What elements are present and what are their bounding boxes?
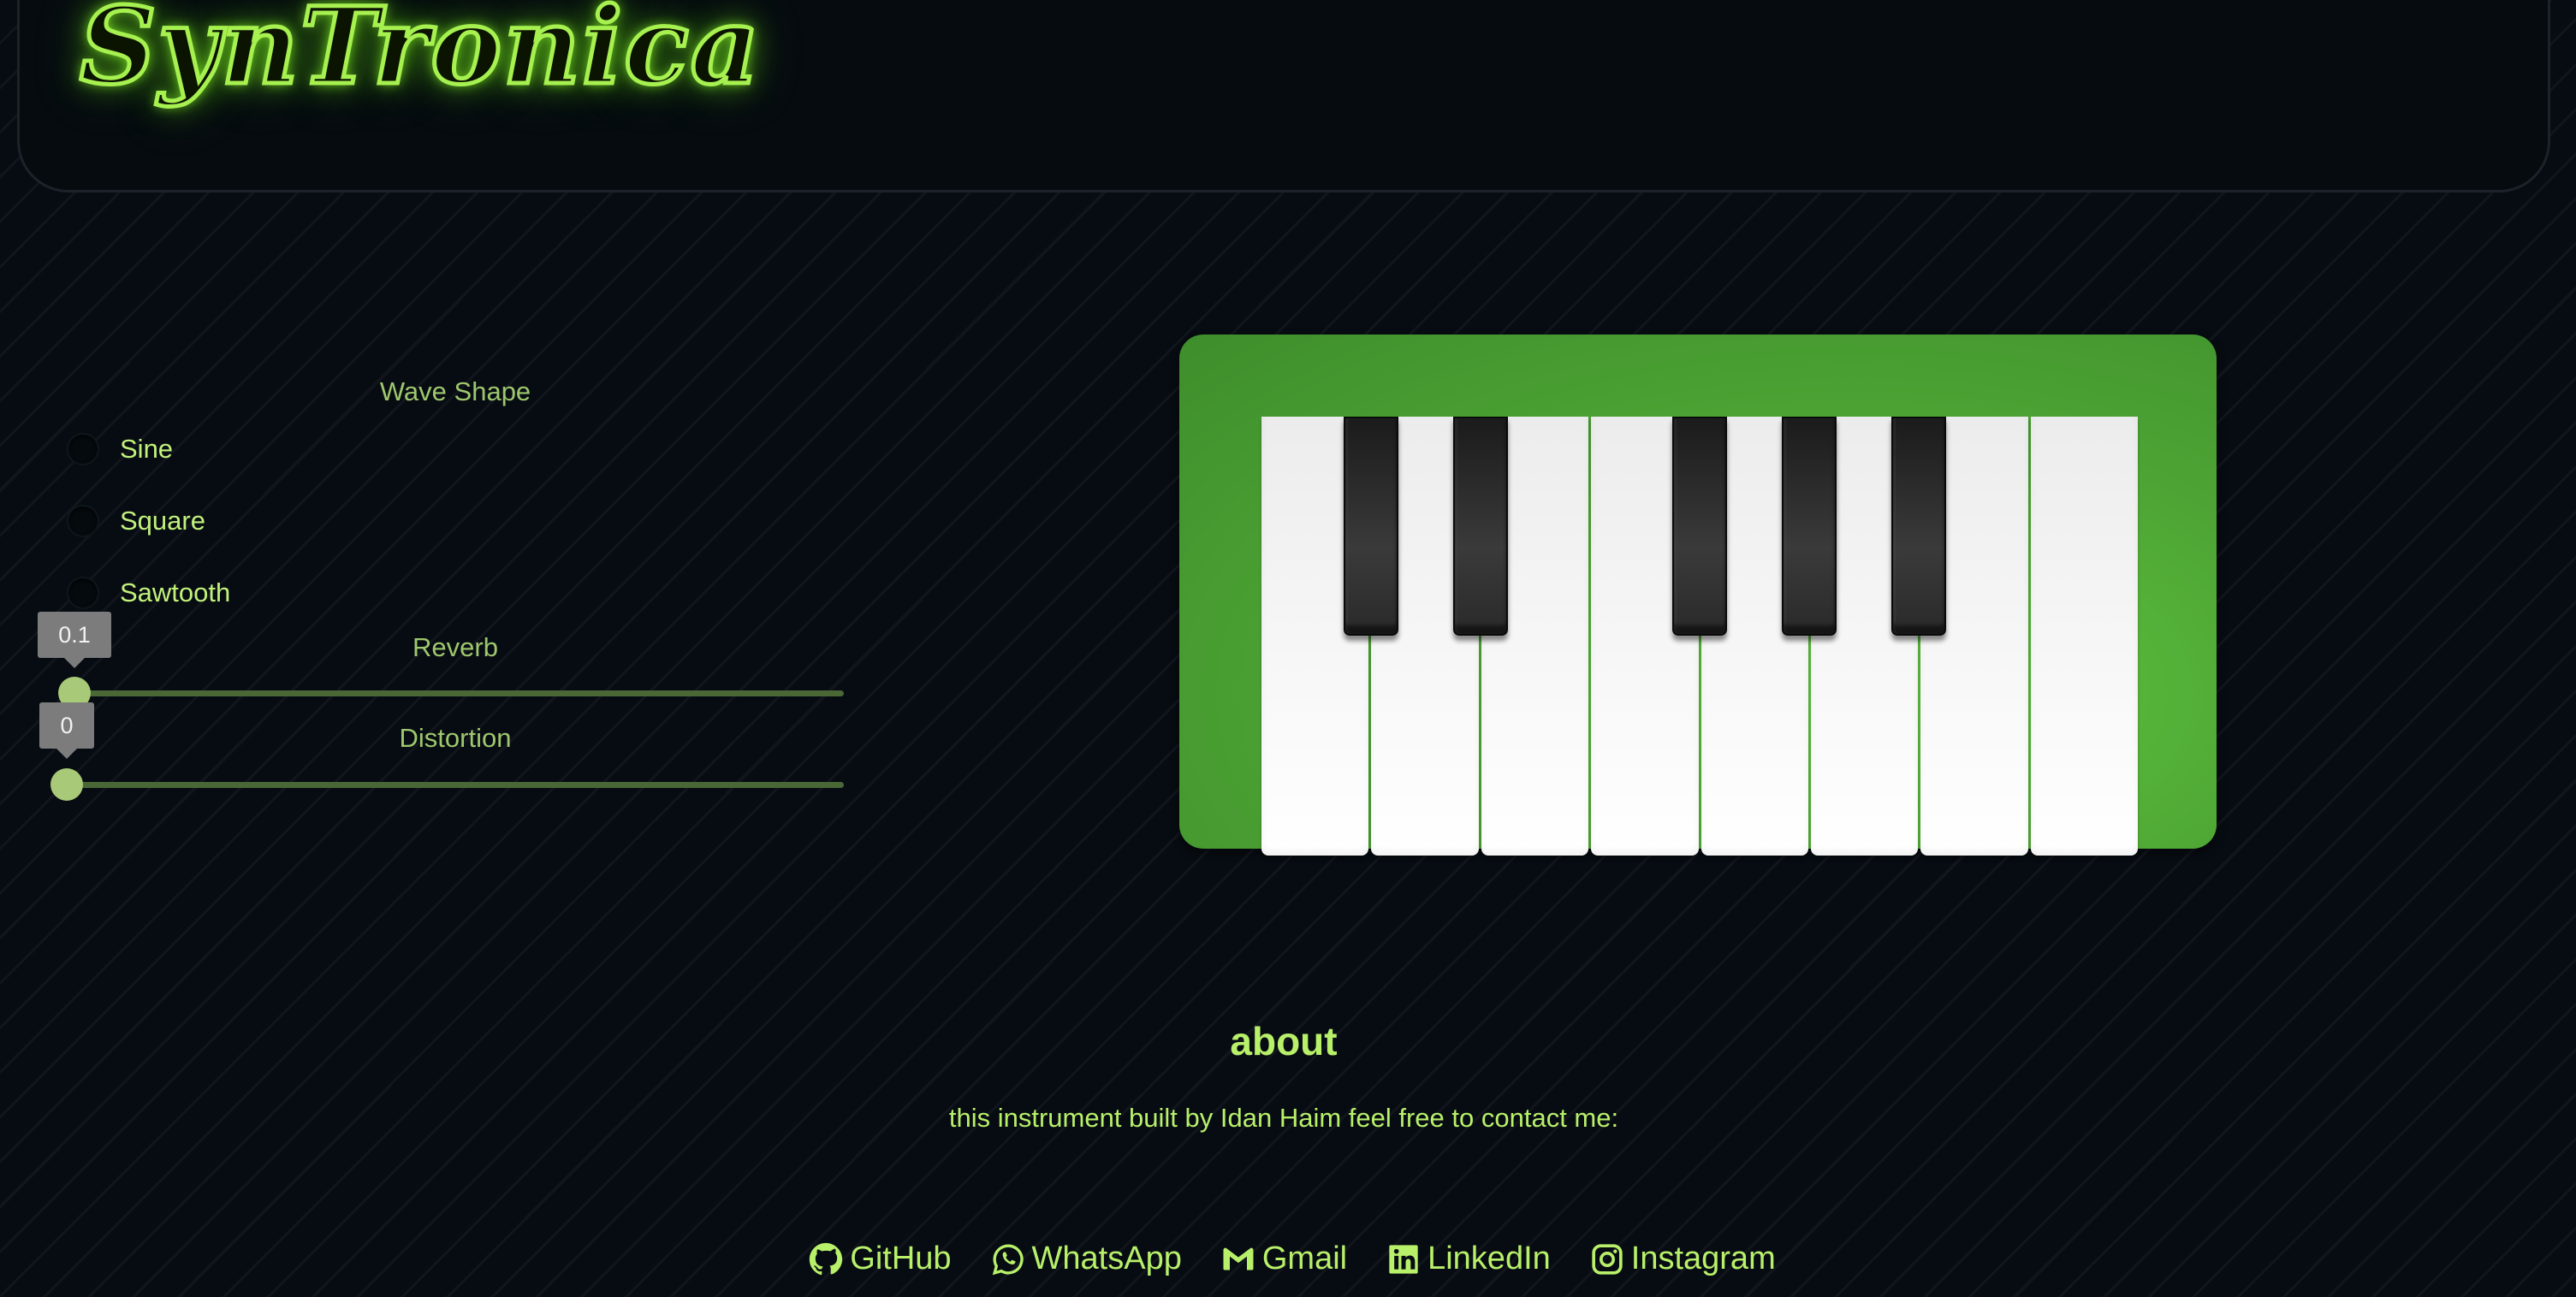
github-label[interactable]: GitHub — [850, 1241, 951, 1277]
instagram-link[interactable]: Instagram — [1590, 1241, 1776, 1277]
whatsapp-label[interactable]: WhatsApp — [1032, 1241, 1182, 1277]
instagram-icon — [1592, 1243, 1623, 1275]
instagram-label[interactable]: Instagram — [1631, 1241, 1776, 1277]
radio-button-sine[interactable] — [67, 433, 99, 465]
radio-option-sine[interactable]: Sine — [67, 425, 173, 473]
linkedin-link[interactable]: LinkedIn — [1386, 1241, 1551, 1277]
social-links: GitHub WhatsApp Gmail LinkedIn Instagram — [0, 1241, 2576, 1277]
whatsapp-link[interactable]: WhatsApp — [991, 1241, 1182, 1277]
distortion-slider-thumb[interactable] — [50, 768, 83, 801]
linkedin-icon — [1389, 1244, 1418, 1274]
distortion-value-tooltip: 0 — [39, 702, 94, 759]
radio-button-sawtooth[interactable] — [67, 577, 99, 609]
black-key-5[interactable] — [1891, 417, 1946, 636]
app-logo[interactable]: SynTronica — [77, 0, 761, 111]
radio-label-sine[interactable]: Sine — [120, 434, 173, 465]
reverb-label: Reverb — [413, 632, 498, 662]
whatsapp-icon — [992, 1243, 1024, 1275]
white-key-8[interactable] — [2030, 417, 2138, 856]
radio-button-square[interactable] — [67, 505, 99, 537]
black-key-2[interactable] — [1453, 417, 1508, 636]
radio-option-square[interactable]: Square — [67, 497, 205, 545]
gmail-link[interactable]: Gmail — [1221, 1241, 1347, 1277]
about-title: about — [1230, 1019, 1338, 1063]
github-icon — [810, 1242, 843, 1275]
distortion-label: Distortion — [399, 723, 512, 753]
gmail-icon — [1223, 1247, 1254, 1270]
reverb-slider-track[interactable] — [60, 690, 844, 696]
wave-shape-title: Wave Shape — [379, 376, 531, 406]
black-key-1[interactable] — [1344, 417, 1398, 636]
distortion-slider-track[interactable] — [60, 782, 844, 788]
radio-option-sawtooth[interactable]: Sawtooth — [67, 569, 230, 617]
black-key-3[interactable] — [1672, 417, 1727, 636]
linkedin-label[interactable]: LinkedIn — [1427, 1241, 1551, 1277]
github-link[interactable]: GitHub — [809, 1241, 952, 1277]
black-key-4[interactable] — [1782, 417, 1837, 636]
gmail-label[interactable]: Gmail — [1262, 1241, 1347, 1277]
reverb-value-tooltip: 0.1 — [38, 612, 111, 668]
about-text: this instrument built by Idan Haim feel … — [948, 1103, 1619, 1133]
header: SynTronica — [17, 0, 2550, 192]
radio-label-sawtooth[interactable]: Sawtooth — [120, 577, 230, 608]
piano-keyboard — [1179, 335, 2217, 856]
radio-label-square[interactable]: Square — [120, 506, 205, 536]
